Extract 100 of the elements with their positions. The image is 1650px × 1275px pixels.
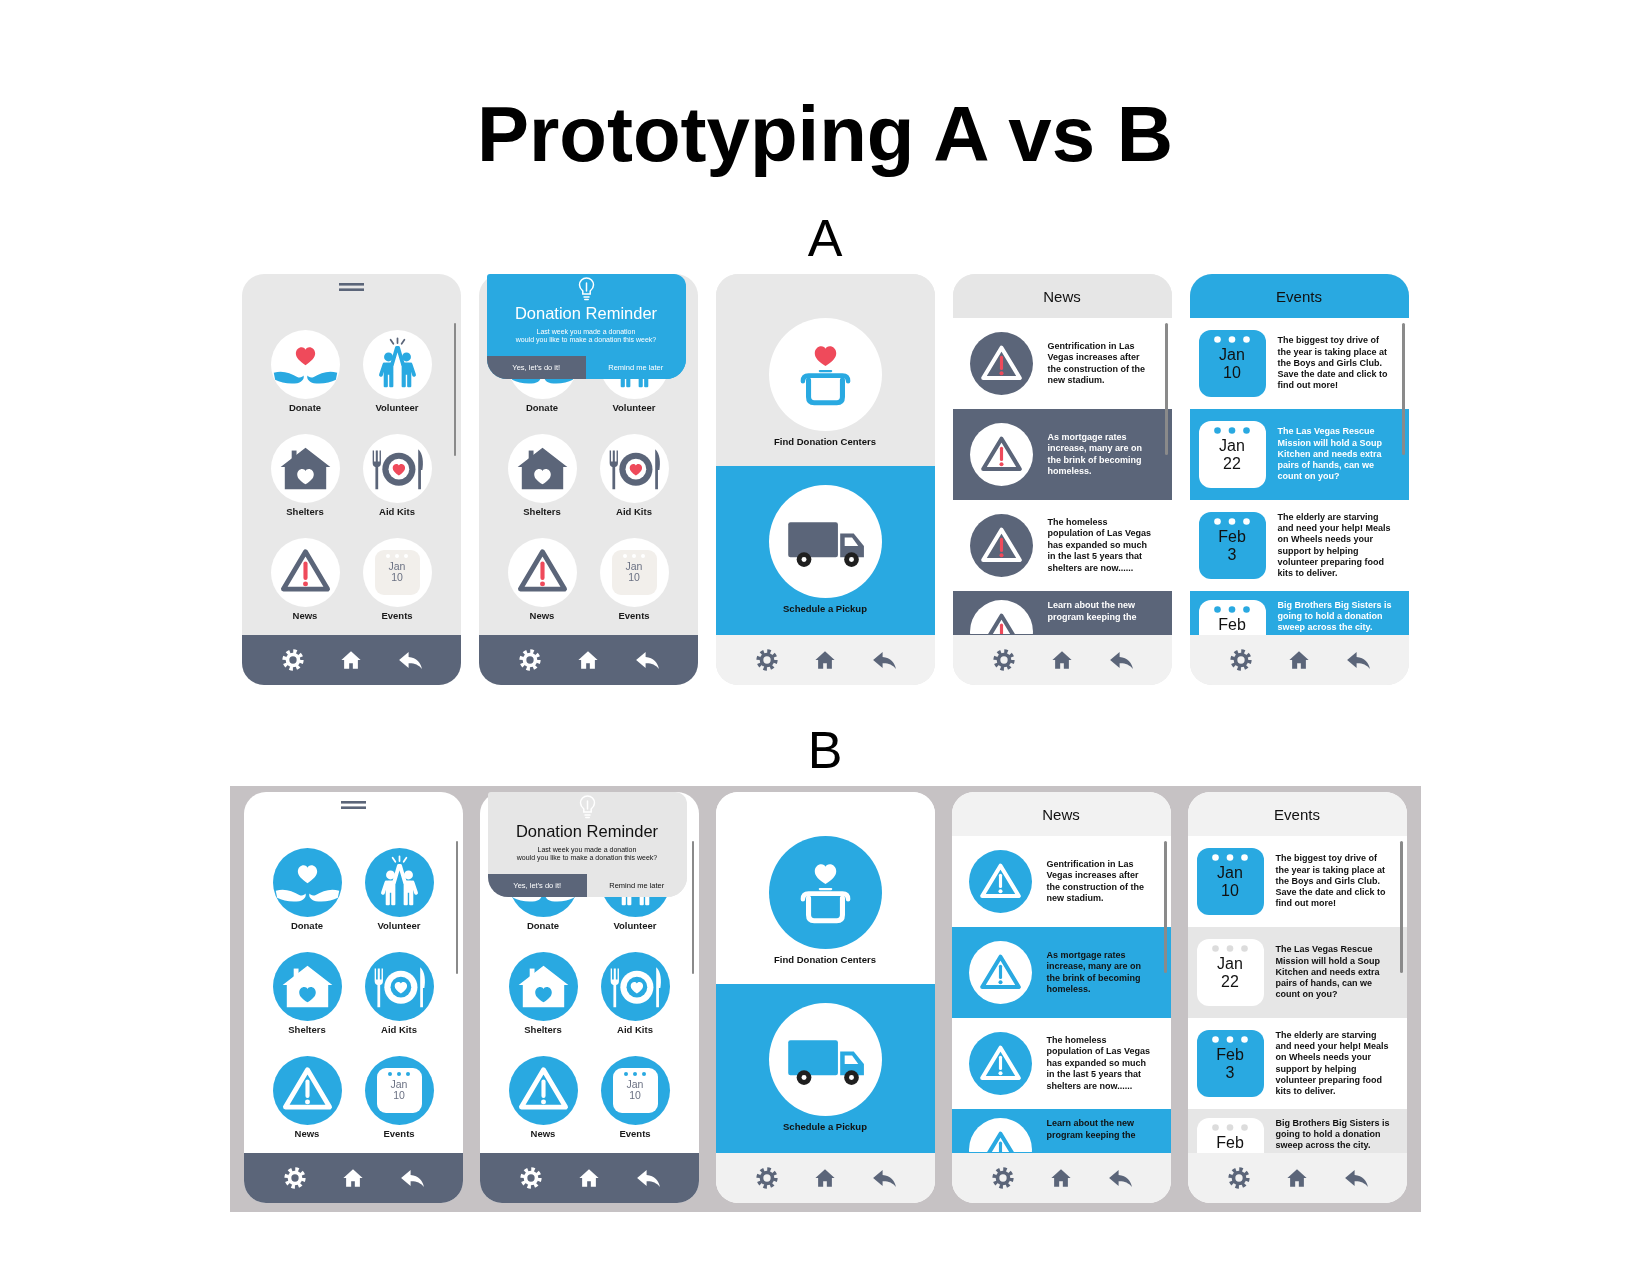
warning-icon xyxy=(507,538,577,607)
home-icon[interactable] xyxy=(813,1167,836,1189)
warning-icon xyxy=(969,423,1033,486)
calendar-icon: Jan 10 xyxy=(600,1056,670,1125)
calendar-icon: Feb 3 xyxy=(1198,512,1266,579)
event-item[interactable]: Jan 22 The Las Vegas Rescue Mission will hold a Soup Kitchen and needs extra pairs of hands, can we count on you? xyxy=(1187,927,1407,1018)
warning-icon xyxy=(969,514,1033,577)
warning-icon xyxy=(969,600,1033,634)
menu-button[interactable]: News xyxy=(272,1056,342,1139)
truck-icon xyxy=(768,485,882,598)
calendar-icon: Jan 10 xyxy=(362,538,432,607)
back-icon[interactable] xyxy=(1107,1168,1133,1188)
event-item[interactable]: Feb Big Brothers Big Sisters is going to hold a donation sweep across the city. xyxy=(1189,591,1409,635)
menu-button[interactable]: Shelters xyxy=(270,434,340,517)
menu-button[interactable]: Jan 10 Events xyxy=(600,1056,670,1139)
home-icon[interactable] xyxy=(1285,1167,1308,1189)
back-icon[interactable] xyxy=(635,1168,661,1188)
scrollbar-thumb[interactable] xyxy=(1400,841,1403,973)
menu-icon[interactable] xyxy=(338,283,364,291)
home-icon[interactable] xyxy=(1287,649,1310,671)
settings-icon[interactable] xyxy=(755,649,778,671)
settings-icon[interactable] xyxy=(1227,1167,1250,1189)
menu-button[interactable]: Donate xyxy=(270,330,340,413)
calendar-icon: Jan 10 xyxy=(1198,330,1266,397)
home-icon[interactable] xyxy=(1049,1167,1072,1189)
menu-button[interactable]: News xyxy=(270,538,340,621)
scrollbar-thumb[interactable] xyxy=(691,841,694,974)
settings-icon[interactable] xyxy=(1229,649,1252,671)
home-icon[interactable] xyxy=(341,1167,364,1189)
warning-icon xyxy=(508,1056,578,1125)
menu-button[interactable]: News xyxy=(507,538,577,621)
menu-button[interactable]: Aid Kits xyxy=(599,434,669,517)
option-panel[interactable]: Schedule a Pickup xyxy=(715,466,935,635)
back-icon[interactable] xyxy=(1108,650,1134,670)
news-item[interactable]: As mortgage rates increase, many are on the brink of becoming homeless. xyxy=(952,409,1172,500)
menu-button[interactable]: News xyxy=(508,1056,578,1139)
back-icon[interactable] xyxy=(1345,650,1371,670)
calendar-icon: Jan 10 xyxy=(599,538,669,607)
event-item[interactable]: Feb Big Brothers Big Sisters is going to hold a donation sweep across the city. xyxy=(1187,1109,1407,1153)
calendar-icon: Jan 22 xyxy=(1198,421,1266,488)
menu-button[interactable]: Aid Kits xyxy=(362,434,432,517)
scrollbar-thumb[interactable] xyxy=(1165,323,1168,455)
news-item[interactable]: Gentrification in Las Vegas increases after the construction of the new stadium. xyxy=(952,318,1172,409)
lightbulb-icon xyxy=(578,795,596,819)
settings-icon[interactable] xyxy=(992,649,1015,671)
menu-button[interactable]: Jan 10 Events xyxy=(362,538,432,621)
high-five-icon xyxy=(362,330,432,399)
header-bar: Events xyxy=(1187,792,1407,836)
back-icon[interactable] xyxy=(871,650,897,670)
settings-icon[interactable] xyxy=(991,1167,1014,1189)
plate-cutlery-icon xyxy=(364,952,434,1021)
event-item[interactable]: Feb 3 The elderly are starving and need your help! Meals on Wheels needs your support by helping volunteer preparing food kits to deliver. xyxy=(1189,500,1409,591)
home-icon[interactable] xyxy=(813,649,836,671)
plate-cutlery-icon xyxy=(599,434,669,503)
menu-icon[interactable] xyxy=(340,801,366,809)
warning-icon xyxy=(272,1056,342,1125)
scrollbar-thumb[interactable] xyxy=(1402,323,1405,455)
menu-button[interactable]: Shelters xyxy=(272,952,342,1035)
event-item[interactable]: Jan 22 The Las Vegas Rescue Mission will hold a Soup Kitchen and needs extra pairs of hands, can we count on you? xyxy=(1189,409,1409,500)
back-icon[interactable] xyxy=(634,650,660,670)
popup-title: Donation Reminder xyxy=(514,304,658,322)
lightbulb-icon xyxy=(577,277,595,301)
news-item[interactable]: Learn about the new program keeping the xyxy=(951,1109,1171,1153)
back-icon[interactable] xyxy=(871,1168,897,1188)
menu-button[interactable]: Jan 10 Events xyxy=(599,538,669,621)
back-icon[interactable] xyxy=(399,1168,425,1188)
warning-icon xyxy=(969,332,1033,395)
plate-cutlery-icon xyxy=(362,434,432,503)
scrollbar-thumb[interactable] xyxy=(1164,841,1167,973)
back-icon[interactable] xyxy=(397,650,423,670)
warning-icon xyxy=(270,538,340,607)
calendar-icon: Feb xyxy=(1196,1118,1264,1153)
variant-label: A xyxy=(807,212,843,264)
settings-icon[interactable] xyxy=(755,1167,778,1189)
news-item[interactable]: As mortgage rates increase, many are on the brink of becoming homeless. xyxy=(951,927,1171,1018)
calendar-icon: Feb xyxy=(1198,600,1266,635)
scrollbar-thumb[interactable] xyxy=(453,323,456,456)
home-icon[interactable] xyxy=(576,649,599,671)
menu-button[interactable]: Shelters xyxy=(507,434,577,517)
news-item[interactable]: The homeless population of Las Vegas has expanded so much in the last 5 years that shelters are now...... xyxy=(952,500,1172,591)
popup-title: Donation Reminder xyxy=(515,822,659,840)
home-icon[interactable] xyxy=(339,649,362,671)
menu-button[interactable]: Aid Kits xyxy=(364,952,434,1035)
warning-icon xyxy=(968,850,1032,913)
high-five-icon xyxy=(364,848,434,917)
news-item[interactable]: Learn about the new program keeping the xyxy=(952,591,1172,635)
event-item[interactable]: Jan 10 The biggest toy drive of the year is taking place at the Boys and Girls Club. Save the date and click to find out more! xyxy=(1189,318,1409,409)
scrollbar-thumb[interactable] xyxy=(455,841,458,974)
variant-label: B xyxy=(807,724,843,776)
back-icon[interactable] xyxy=(1343,1168,1369,1188)
home-icon[interactable] xyxy=(577,1167,600,1189)
menu-button[interactable]: Jan 10 Events xyxy=(364,1056,434,1139)
menu-button[interactable]: Volunteer xyxy=(362,330,432,413)
option-panel[interactable]: Schedule a Pickup xyxy=(715,984,935,1153)
menu-button[interactable]: Volunteer xyxy=(364,848,434,931)
warning-icon xyxy=(968,1032,1032,1095)
home-icon[interactable] xyxy=(1050,649,1073,671)
menu-button[interactable]: Shelters xyxy=(508,952,578,1035)
menu-button[interactable]: Donate xyxy=(272,848,342,931)
menu-button[interactable]: Aid Kits xyxy=(600,952,670,1035)
